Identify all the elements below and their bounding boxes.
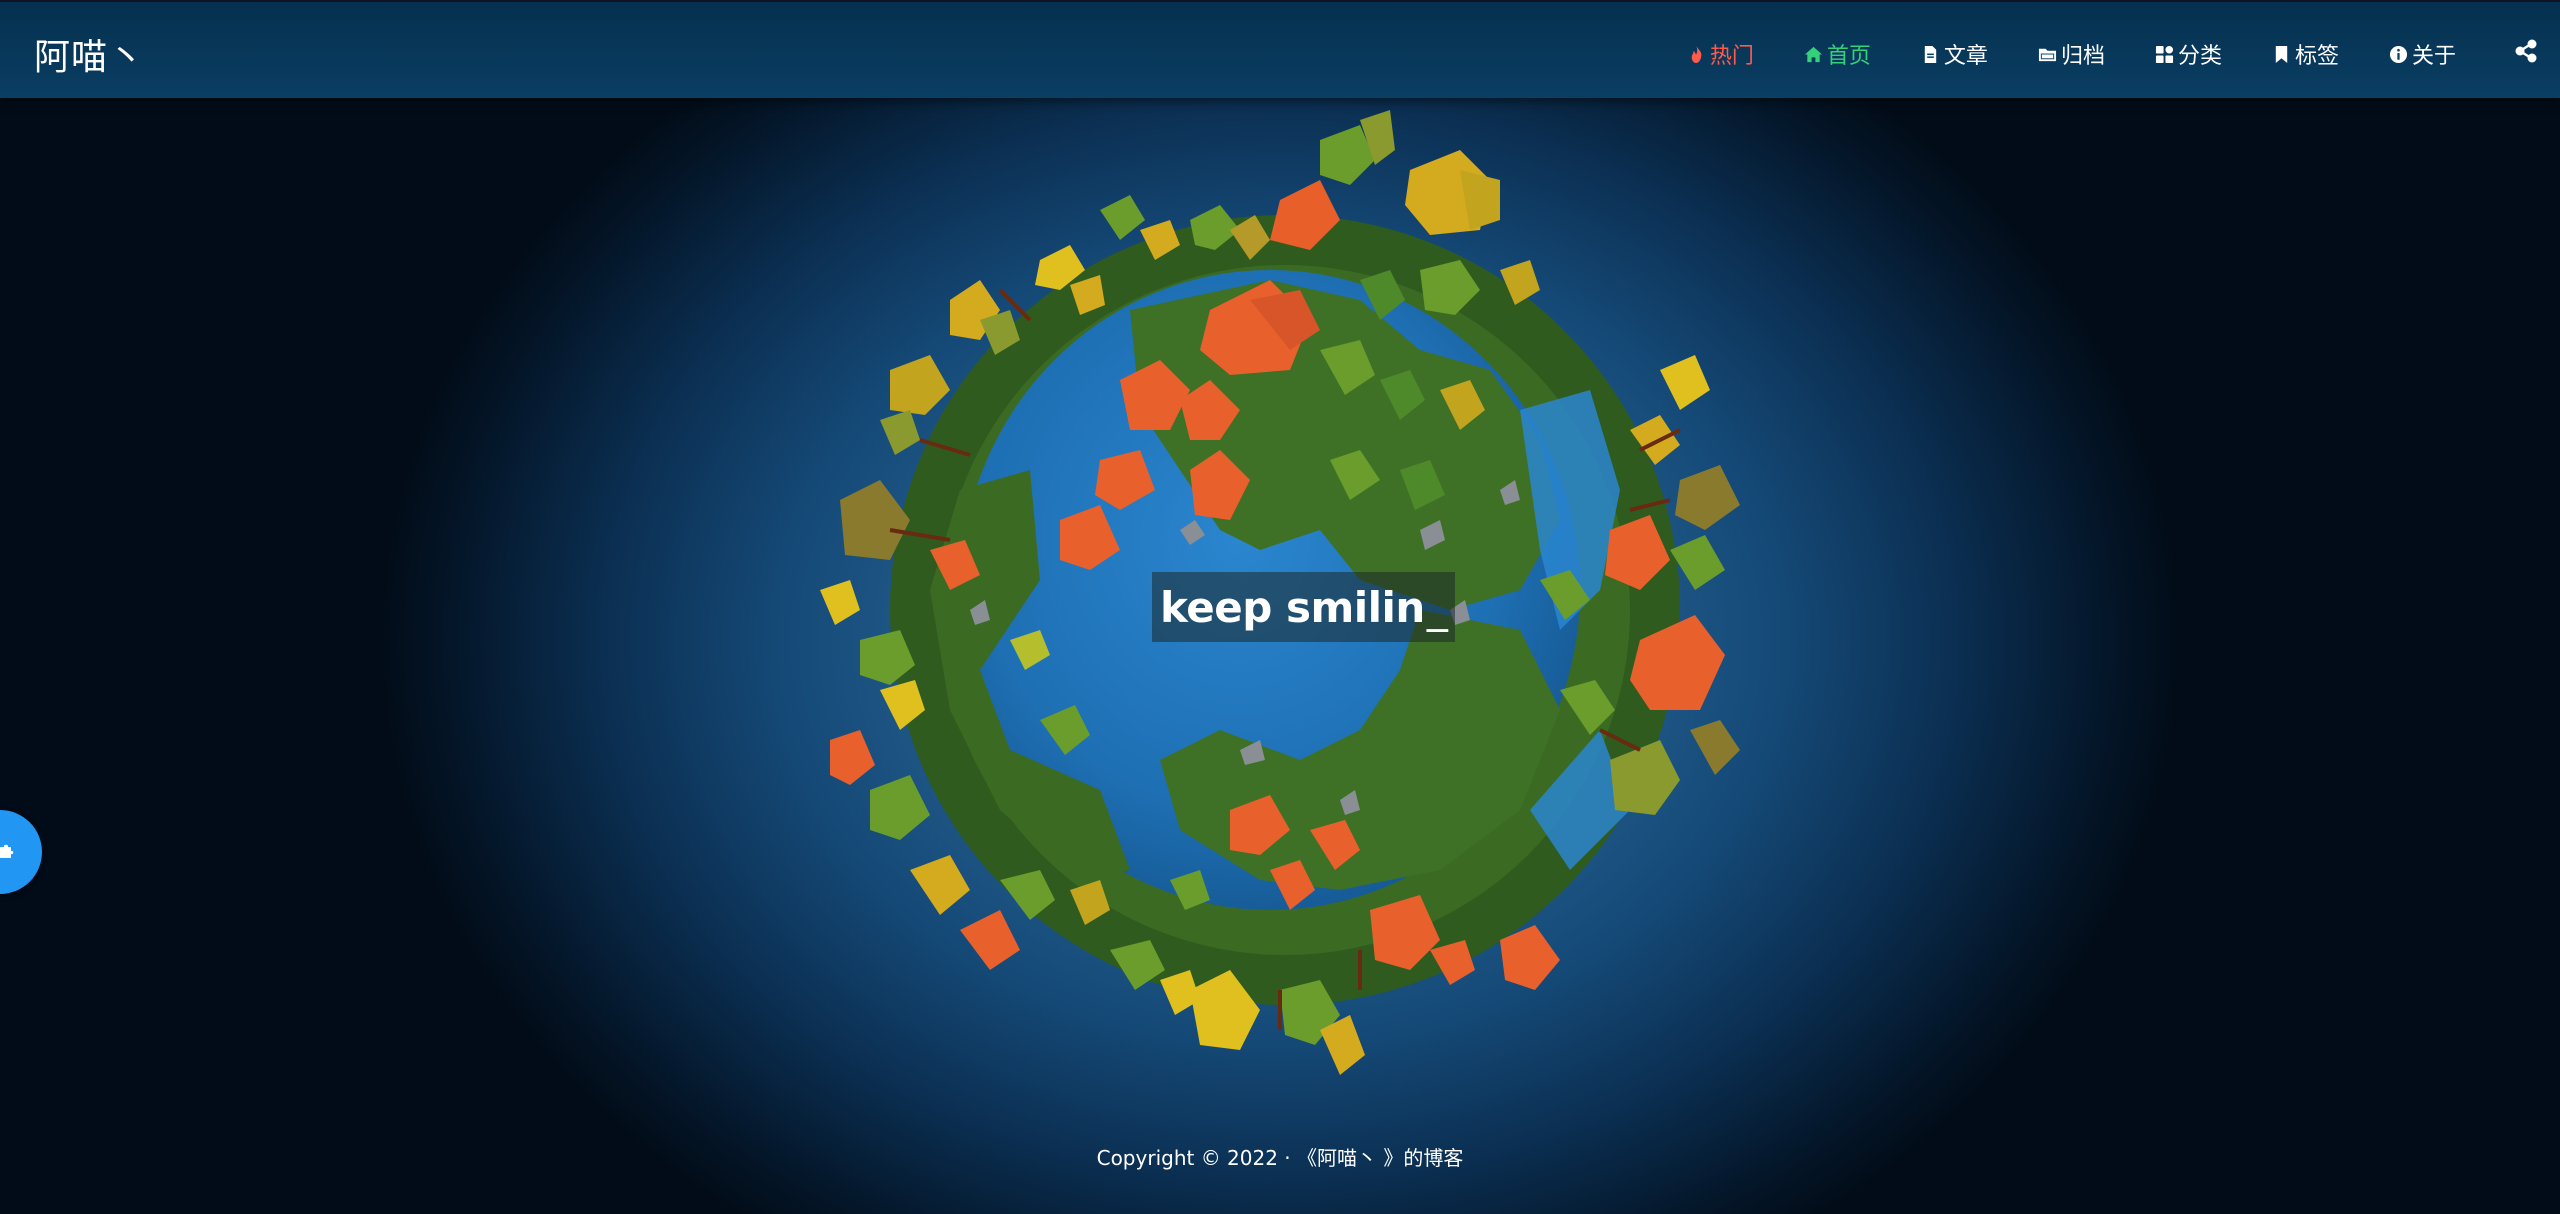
info-icon — [2389, 45, 2408, 63]
nav-label: 热门 — [1709, 44, 1754, 69]
typed-text: keep smilin — [1160, 582, 1425, 632]
nav-item-about[interactable]: 关于 — [2389, 38, 2456, 70]
home-icon — [1804, 46, 1822, 62]
nav-label: 首页 — [1826, 44, 1871, 69]
side-float-button[interactable] — [0, 810, 42, 894]
puzzle-icon — [0, 844, 14, 858]
grid-icon — [2155, 45, 2174, 63]
nav-item-articles[interactable]: 文章 — [1921, 38, 1988, 70]
share-icon[interactable] — [2514, 39, 2538, 63]
site-title[interactable]: 阿喵丶 — [34, 28, 145, 80]
footer-copyright: Copyright © 2022 · 《阿喵丶 》的博客 — [1096, 1146, 1464, 1170]
fire-icon — [1691, 45, 1702, 63]
nav-label: 分类 — [2177, 44, 2222, 69]
file-icon — [1924, 45, 1937, 63]
main-nav: 热门 首页 文章 归档 分类 标签 关于 — [1637, 38, 2456, 70]
nav-item-tags[interactable]: 标签 — [2272, 38, 2339, 70]
hero-typed-text: keep smilin _ — [1152, 572, 1456, 642]
folder-icon — [2038, 48, 2056, 61]
nav-label: 归档 — [2060, 44, 2105, 69]
typing-cursor: _ — [1426, 582, 1448, 632]
nav-item-categories[interactable]: 分类 — [2155, 38, 2222, 70]
top-navbar: 阿喵丶 热门 首页 文章 归档 分类 标签 关于 — [0, 0, 2560, 98]
bookmark-icon — [2275, 45, 2288, 63]
nav-item-home[interactable]: 首页 — [1804, 38, 1871, 70]
nav-label: 文章 — [1943, 44, 1988, 69]
nav-label: 标签 — [2294, 44, 2339, 69]
nav-item-archive[interactable]: 归档 — [2038, 38, 2105, 70]
nav-label: 关于 — [2411, 44, 2456, 69]
nav-item-hot[interactable]: 热门 — [1687, 38, 1754, 70]
